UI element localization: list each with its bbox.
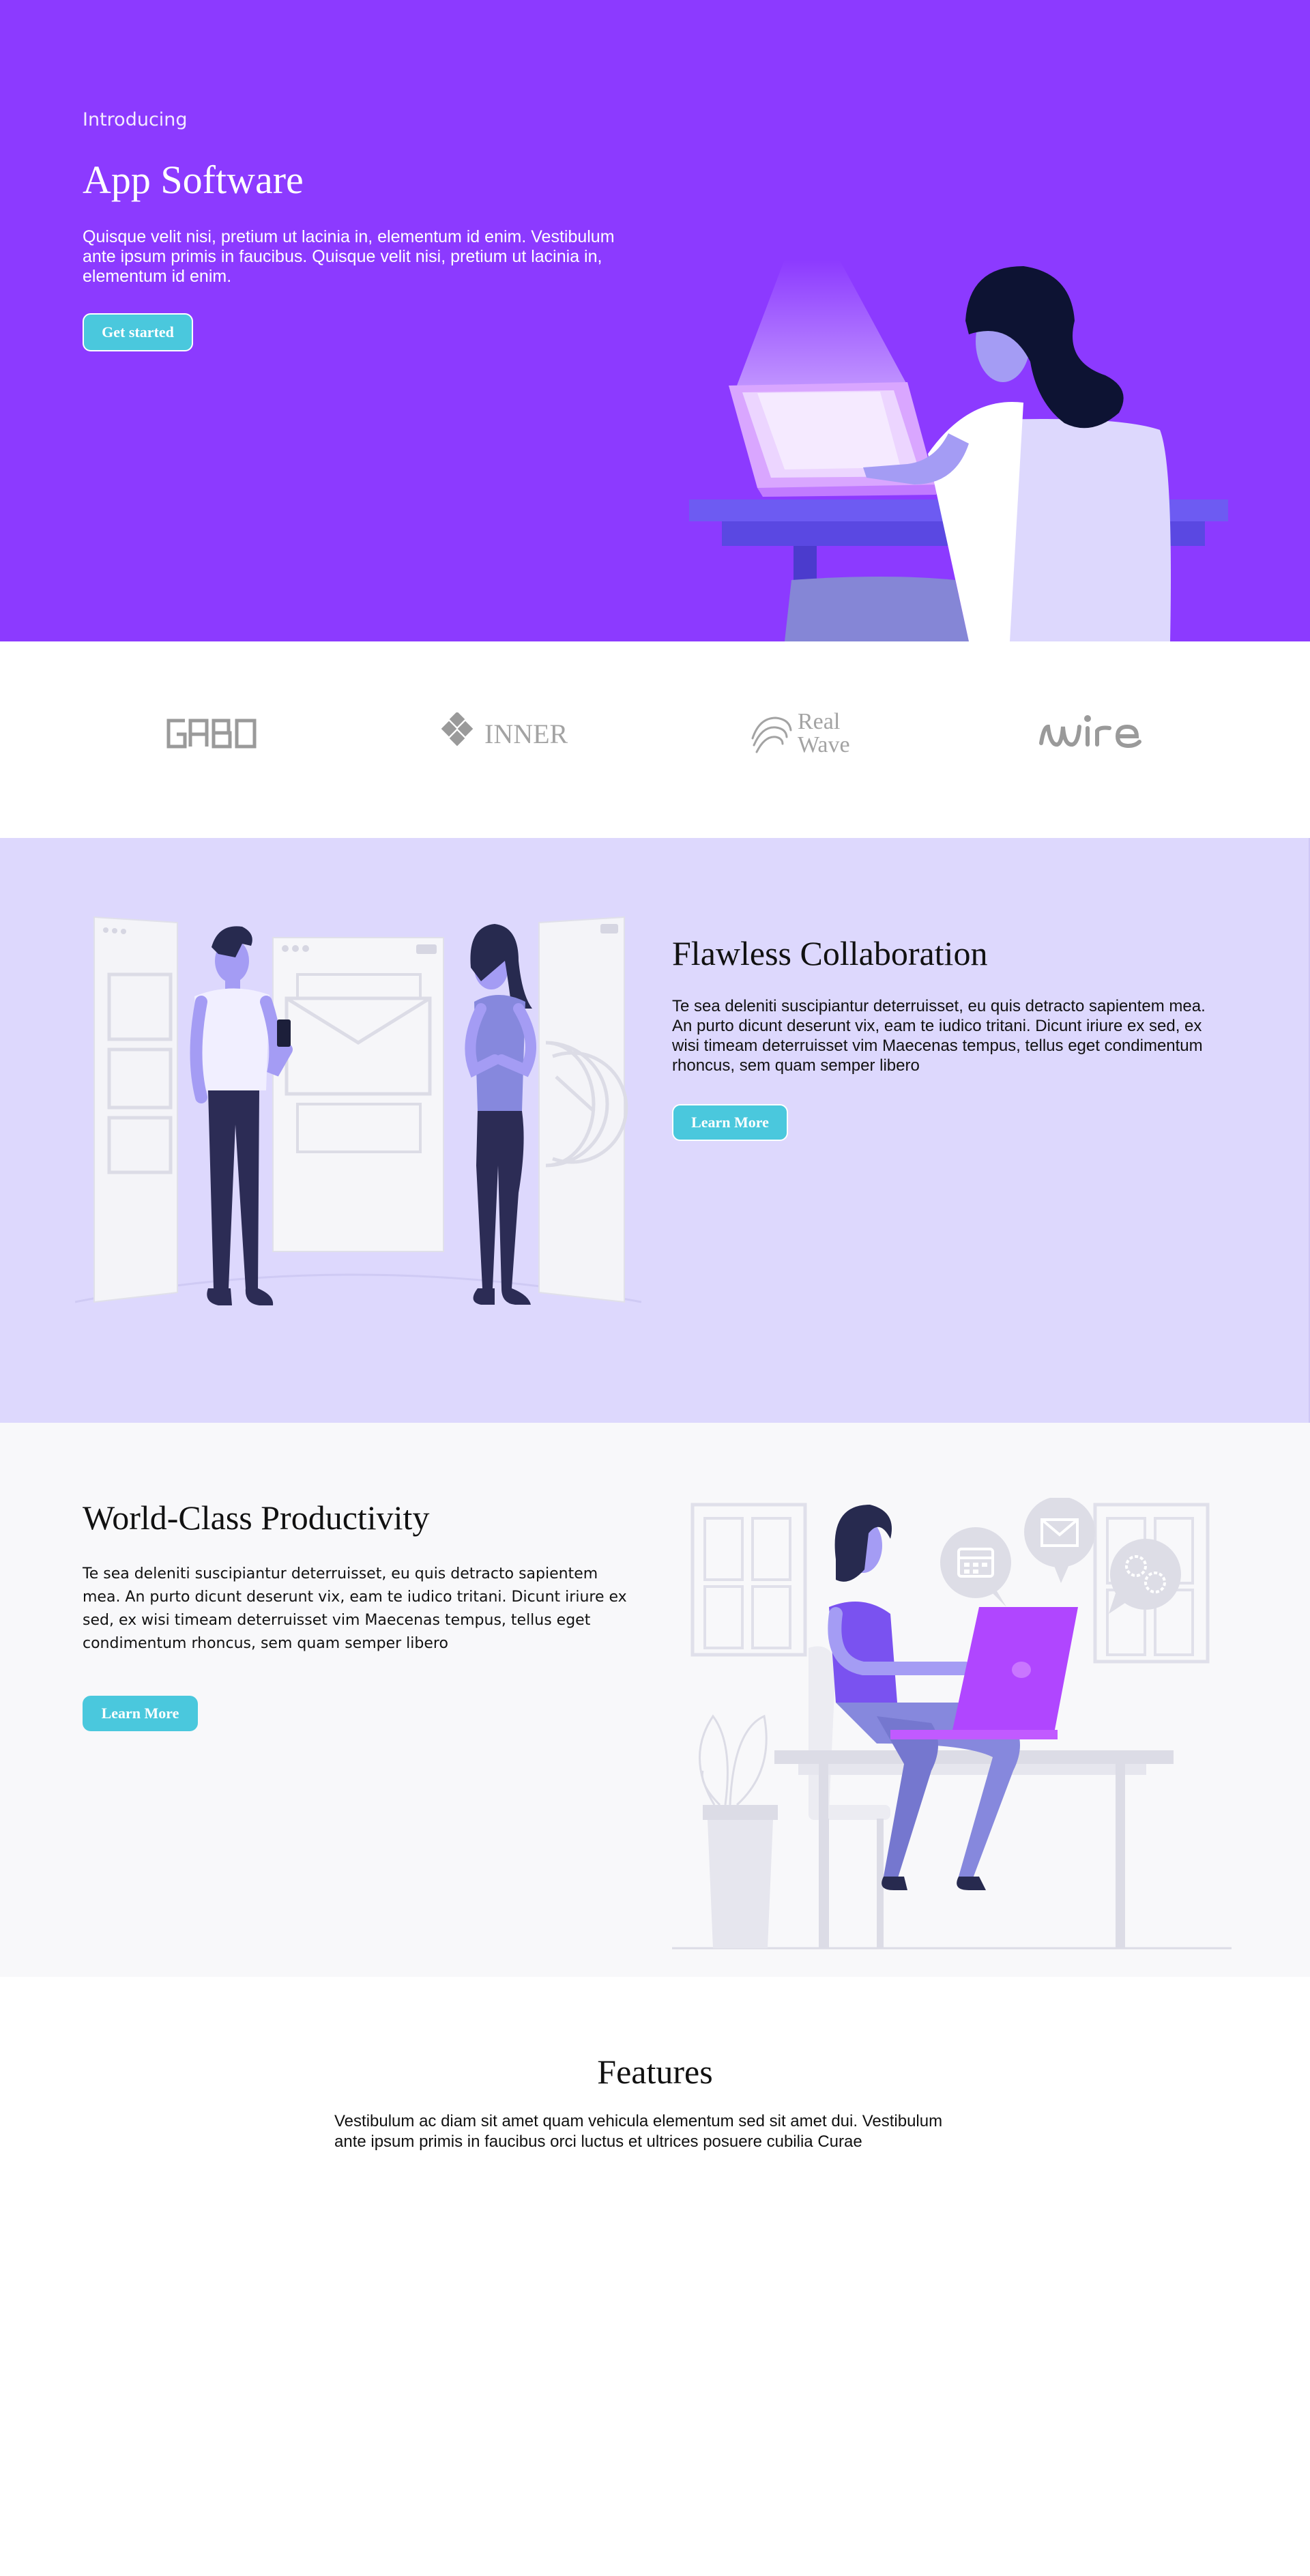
- real-wave-line-1: Real: [798, 709, 841, 734]
- hero-section: Introducing App Software Quisque velit n…: [0, 0, 1310, 641]
- woman-at-laptop-illustration: [689, 259, 1228, 641]
- hero-lead: Quisque velit nisi, pretium ut lacinia i…: [83, 227, 615, 286]
- wire-logo: [1037, 706, 1154, 761]
- productivity-learn-more-button[interactable]: Learn More: [83, 1696, 198, 1731]
- collaboration-title: Flawless Collaboration: [672, 934, 988, 972]
- collaboration-learn-more-button[interactable]: Learn More: [672, 1104, 788, 1141]
- get-started-button[interactable]: Get started: [83, 313, 193, 351]
- wave-icon: [751, 717, 792, 753]
- woman-working-at-desk-illustration: [672, 1498, 1232, 1950]
- real-wave-logo: Real Wave: [748, 706, 850, 761]
- inner-logo: INNER: [437, 706, 568, 761]
- features-title: Features: [597, 2053, 713, 2091]
- productivity-title: World-Class Productivity: [83, 1499, 430, 1537]
- gabo-wordmark-icon: [166, 719, 257, 749]
- partner-logos-strip: INNER Real Wave: [0, 641, 1310, 838]
- inner-logo-text: INNER: [484, 718, 568, 749]
- wire-wordmark-icon: [1039, 715, 1141, 749]
- collaboration-illustration: [75, 916, 641, 1305]
- features-section: Features Vestibulum ac diam sit amet qua…: [0, 1977, 1310, 2576]
- productivity-section: World-Class Productivity Te sea deleniti…: [0, 1423, 1310, 1977]
- hero-eyebrow: Introducing: [83, 109, 188, 130]
- features-body: Vestibulum ac diam sit amet quam vehicul…: [334, 2112, 943, 2151]
- collaboration-body: Te sea deleniti suscipiantur deterruisse…: [672, 997, 1206, 1075]
- hero-title: App Software: [83, 158, 304, 202]
- productivity-body: Te sea deleniti suscipiantur deterruisse…: [83, 1565, 627, 1652]
- real-wave-line-2: Wave: [798, 732, 850, 757]
- diamond-grid-icon: [441, 712, 474, 747]
- collaboration-section: Flawless Collaboration Te sea deleniti s…: [0, 838, 1310, 1423]
- gabo-logo: [166, 706, 258, 761]
